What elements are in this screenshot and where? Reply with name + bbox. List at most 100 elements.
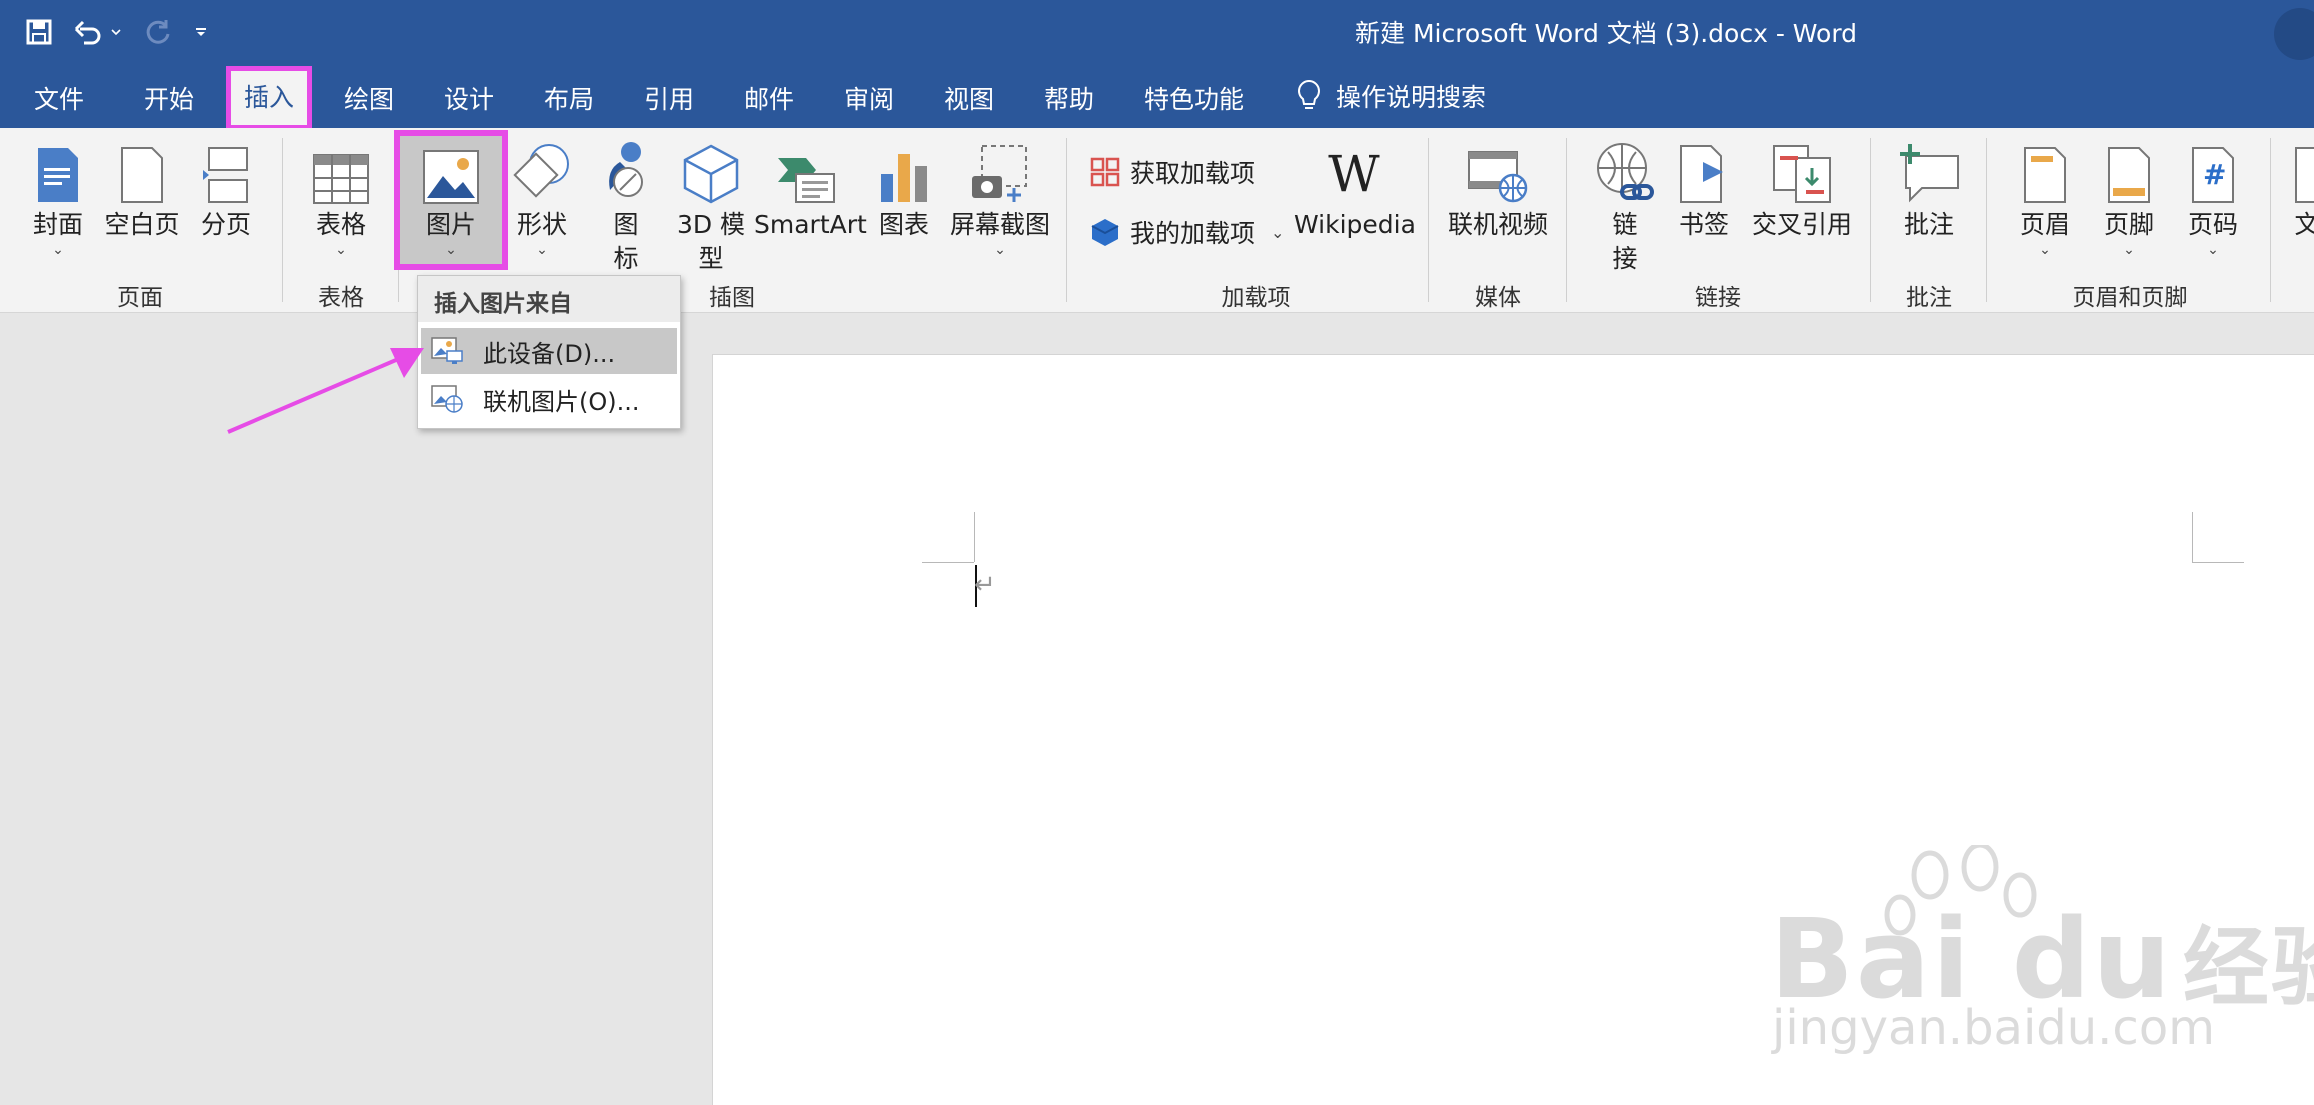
group-separator bbox=[1986, 138, 1987, 302]
lightbulb-icon bbox=[1298, 79, 1320, 109]
page-number-button[interactable]: # 页码 ⌄ bbox=[2178, 138, 2248, 258]
online-pictures-icon bbox=[431, 385, 463, 413]
shapes-icon bbox=[513, 144, 569, 198]
table-dropdown-icon: ⌄ bbox=[335, 242, 347, 258]
redo-button[interactable] bbox=[144, 12, 172, 52]
pictures-button[interactable]: 图片 ⌄ bbox=[404, 138, 498, 258]
comment-button[interactable]: 批注 bbox=[1894, 138, 1964, 242]
blank-page-icon bbox=[121, 147, 163, 203]
wikipedia-button[interactable]: W Wikipedia bbox=[1294, 138, 1416, 242]
undo-icon bbox=[74, 20, 101, 45]
this-device-menu-item[interactable]: 此设备(D)... bbox=[421, 328, 677, 374]
cross-reference-icon bbox=[1773, 145, 1831, 203]
smartart-button[interactable]: SmartArt bbox=[754, 138, 867, 242]
ribbon-tab-bar: 文件 开始 插入 绘图 设计 布局 引用 邮件 审阅 视图 帮助 特色功能 操作… bbox=[0, 62, 2314, 130]
customize-icon bbox=[196, 28, 206, 36]
annotation-arrow bbox=[227, 348, 424, 434]
ribbon-display-icon bbox=[2274, 8, 2314, 60]
tab-draw[interactable]: 绘图 bbox=[344, 80, 394, 116]
my-addins-icon bbox=[1091, 219, 1119, 246]
group-label-addins: 加载项 bbox=[1221, 285, 1291, 311]
group-separator bbox=[1428, 138, 1429, 302]
cover-page-icon bbox=[38, 148, 78, 202]
group-separator bbox=[1870, 138, 1871, 302]
store-icon bbox=[1090, 157, 1120, 187]
online-pictures-menu-item[interactable]: 联机图片(O)... bbox=[421, 376, 677, 422]
paragraph-mark: ↵ bbox=[974, 570, 996, 600]
link-button[interactable]: 链 接 bbox=[1590, 138, 1660, 276]
bookmark-icon bbox=[1680, 145, 1723, 203]
tab-special-features[interactable]: 特色功能 bbox=[1144, 80, 1244, 116]
window-title: 新建 Microsoft Word 文档 (3).docx - Word bbox=[1355, 19, 1858, 48]
tab-file[interactable]: 文件 bbox=[34, 80, 84, 116]
group-label-tables: 表格 bbox=[318, 285, 364, 311]
title-bar: 新建 Microsoft Word 文档 (3).docx - Word bbox=[0, 0, 2314, 62]
undo-dropdown-icon[interactable] bbox=[110, 27, 122, 37]
icons-button[interactable]: 图 标 bbox=[596, 138, 656, 276]
comment-icon bbox=[1900, 144, 1959, 203]
group-separator bbox=[2270, 138, 2271, 302]
online-video-icon bbox=[1468, 151, 1528, 203]
picture-icon bbox=[423, 150, 479, 204]
screenshot-button[interactable]: 屏幕截图 ⌄ bbox=[948, 138, 1052, 258]
crop-mark bbox=[2192, 512, 2193, 562]
tab-insert[interactable]: 插入 bbox=[225, 66, 313, 130]
table-button[interactable]: 表格 ⌄ bbox=[306, 138, 376, 258]
screenshot-dropdown-icon: ⌄ bbox=[994, 242, 1006, 258]
save-button[interactable] bbox=[26, 12, 52, 52]
group-label-media: 媒体 bbox=[1475, 285, 1521, 311]
smartart-icon bbox=[778, 158, 835, 203]
tab-view[interactable]: 视图 bbox=[944, 80, 994, 116]
tab-mailings[interactable]: 邮件 bbox=[744, 80, 794, 116]
my-addins-button[interactable]: 我的加载项 ⌄ bbox=[1090, 214, 1284, 250]
insert-pictures-dropdown: 插入图片来自 此设备(D)... 联机图片(O)... bbox=[417, 275, 681, 429]
tab-design[interactable]: 设计 bbox=[444, 80, 494, 116]
tab-home[interactable]: 开始 bbox=[144, 80, 194, 116]
header-dropdown-icon: ⌄ bbox=[2039, 242, 2051, 258]
dropdown-header: 插入图片来自 bbox=[418, 276, 680, 322]
tab-references[interactable]: 引用 bbox=[644, 80, 694, 116]
bookmark-button[interactable]: 书签 bbox=[1672, 138, 1736, 242]
chart-icon bbox=[881, 154, 927, 202]
get-addins-button[interactable]: 获取加载项 bbox=[1090, 154, 1255, 190]
hash-glyph: # bbox=[2203, 158, 2227, 191]
tab-review[interactable]: 审阅 bbox=[844, 80, 894, 116]
group-separator bbox=[1566, 138, 1567, 302]
group-label-pages: 页面 bbox=[117, 285, 163, 311]
cross-reference-button[interactable]: 交叉引用 bbox=[1746, 138, 1858, 242]
ribbon-insert: 封面 ⌄ 空白页 分页 页面 表格 ⌄ 表格 图片 ⌄ 形状 ⌄ 图 标 3D … bbox=[0, 128, 2314, 313]
3d-models-button[interactable]: 3D 模 型 bbox=[670, 138, 752, 276]
redo-icon bbox=[146, 20, 170, 44]
page-break-button[interactable]: 分页 bbox=[194, 138, 258, 242]
group-label-illustrations: 插图 bbox=[709, 285, 755, 311]
screenshot-icon bbox=[972, 145, 1027, 202]
text-box-button-partial[interactable]: 文 bbox=[2292, 138, 2314, 242]
tab-layout[interactable]: 布局 bbox=[544, 80, 594, 116]
cover-page-dropdown-icon: ⌄ bbox=[52, 242, 64, 258]
blank-page-button[interactable]: 空白页 bbox=[104, 138, 180, 242]
group-separator bbox=[1066, 138, 1067, 302]
customize-qat-button[interactable] bbox=[194, 12, 208, 52]
crop-mark bbox=[922, 562, 974, 563]
shapes-button[interactable]: 形状 ⌄ bbox=[508, 138, 576, 258]
crop-mark bbox=[2192, 562, 2244, 563]
this-device-icon bbox=[431, 337, 463, 364]
quick-access-toolbar bbox=[26, 12, 208, 52]
baidu-watermark-url: jingyan.baidu.com bbox=[1772, 1000, 2215, 1056]
chart-button[interactable]: 图表 bbox=[872, 138, 936, 242]
tab-help[interactable]: 帮助 bbox=[1044, 80, 1094, 116]
undo-button[interactable] bbox=[74, 12, 122, 52]
online-video-button[interactable]: 联机视频 bbox=[1448, 138, 1548, 242]
pictures-dropdown-icon: ⌄ bbox=[445, 242, 457, 258]
group-label-header-footer: 页眉和页脚 bbox=[2072, 285, 2188, 311]
my-addins-dropdown-icon[interactable]: ⌄ bbox=[1271, 223, 1284, 242]
footer-button[interactable]: 页脚 ⌄ bbox=[2094, 138, 2164, 258]
save-icon bbox=[26, 19, 52, 45]
table-icon bbox=[313, 154, 369, 204]
link-icon bbox=[1597, 143, 1654, 200]
group-separator bbox=[282, 138, 283, 302]
footer-dropdown-icon: ⌄ bbox=[2123, 242, 2135, 258]
cover-page-button[interactable]: 封面 ⌄ bbox=[26, 138, 90, 258]
header-button[interactable]: 页眉 ⌄ bbox=[2010, 138, 2080, 258]
tell-me-search[interactable]: 操作说明搜索 bbox=[1296, 78, 1486, 114]
